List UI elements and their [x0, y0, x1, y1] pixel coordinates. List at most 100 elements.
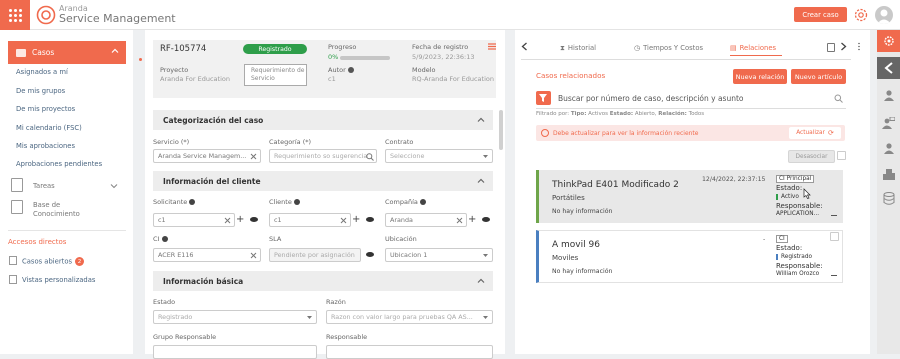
list-menu-icon[interactable] [488, 43, 496, 50]
sidebar-item-tareas[interactable]: Tareas [33, 182, 55, 190]
section-client-title: Información del cliente [163, 176, 261, 186]
card-estado-label: Estado: [776, 184, 803, 192]
info-icon[interactable] [419, 199, 426, 205]
card-more-icon[interactable] [831, 215, 837, 216]
group-select[interactable] [153, 345, 317, 359]
collapse-rail-icon[interactable] [877, 57, 900, 79]
clear-icon[interactable] [250, 252, 257, 259]
view-requester-eye-icon[interactable] [250, 217, 258, 222]
reason-select[interactable]: Razon con valor largo para pruebas QA AS… [326, 310, 493, 324]
chevron-down-icon[interactable] [110, 182, 118, 190]
cursor-icon [803, 188, 811, 199]
clear-icon[interactable] [250, 153, 257, 160]
shortcut-casos-abiertos[interactable]: Casos abiertos 2 [22, 257, 85, 266]
sidebar-item-asignados[interactable]: Asignados a mí [16, 68, 68, 76]
info-icon[interactable] [189, 199, 196, 205]
dropdown-caret-icon[interactable] [482, 314, 489, 321]
chevron-up-icon[interactable] [477, 116, 485, 124]
contract-select[interactable]: Seleccione [385, 149, 493, 163]
view-sla-eye-icon[interactable] [366, 252, 374, 257]
database-icon[interactable] [877, 187, 900, 209]
client-field[interactable]: c1 [269, 213, 351, 227]
sidebar-item-grupos[interactable]: De mis grupos [16, 87, 65, 95]
config-icon[interactable] [877, 30, 900, 52]
clear-icon[interactable] [340, 217, 347, 224]
ci-field[interactable]: ACER E116 [153, 248, 261, 262]
clear-icon[interactable] [224, 217, 231, 224]
unlink-button[interactable]: Desasociar [788, 150, 835, 163]
requester-field[interactable]: c1 [153, 213, 235, 227]
filter-icon[interactable] [536, 91, 551, 105]
shortcut-vistas-personalizadas[interactable]: Vistas personalizadas [22, 276, 95, 284]
sidebar-item-casos[interactable]: Casos [8, 41, 126, 64]
sidebar-item-proyectos[interactable]: De mis proyectos [16, 105, 75, 113]
info-icon[interactable] [293, 199, 300, 205]
select-all-checkbox[interactable] [837, 151, 846, 160]
card-more-icon[interactable] [831, 275, 837, 276]
tab-historial[interactable]: ⧗ Historial [560, 40, 596, 56]
user-icon[interactable] [877, 84, 900, 106]
case-type-box[interactable]: Requerimiento de Servicio [244, 64, 307, 86]
chevron-up-icon[interactable] [111, 47, 119, 55]
section-categorization[interactable]: Categorización del caso [153, 110, 493, 130]
filter-prefix: Filtrado por: [536, 111, 570, 117]
new-relation-button[interactable]: Nueva relación [733, 69, 787, 84]
related-ci-card[interactable]: A movil 96 Moviles No hay información - … [536, 230, 843, 283]
chevron-up-icon[interactable] [477, 177, 485, 185]
clear-icon[interactable] [456, 217, 463, 224]
info-icon[interactable] [161, 236, 168, 242]
more-menu-icon[interactable] [858, 42, 860, 51]
card-checkbox[interactable] [830, 232, 839, 241]
contact-icon[interactable] [877, 137, 900, 159]
sidebar-item-base-conocimiento[interactable]: Base de Conocimiento [33, 201, 80, 219]
model-label: Modelo [412, 66, 436, 74]
sidebar-item-aprobaciones[interactable]: Mis aprobaciones [16, 142, 75, 150]
search-icon[interactable] [366, 153, 374, 161]
user-chat-icon[interactable] [877, 112, 900, 134]
sidebar-item-calendario[interactable]: Mi calendario (FSC) [16, 124, 82, 132]
case-type-line-1: Requerimiento de [251, 67, 305, 74]
settings-gear-icon[interactable] [853, 7, 869, 23]
responsible-select[interactable] [326, 345, 493, 359]
search-input[interactable]: Buscar por número de caso, descripción y… [558, 94, 744, 103]
relations-icon: ▤ [730, 43, 737, 52]
card-subtitle: Portátiles [552, 194, 585, 202]
dropdown-caret-icon[interactable] [482, 252, 489, 259]
state-select[interactable]: Registrado [153, 310, 317, 324]
company-field[interactable]: Aranda [385, 213, 467, 227]
section-basic[interactable]: Información básica [153, 271, 493, 291]
search-icon[interactable] [834, 94, 843, 103]
chevron-up-icon[interactable] [477, 277, 485, 285]
new-article-button[interactable]: Nuevo artículo [791, 69, 846, 84]
sidebar-item-aprob-pendientes[interactable]: Aprobaciones pendientes [16, 160, 102, 168]
add-company-icon[interactable]: + [468, 214, 476, 226]
filter-estado-value: Abierto, [634, 111, 657, 117]
refresh-button[interactable]: Actualizar ⟳ [789, 127, 841, 139]
dropdown-caret-icon[interactable] [306, 314, 313, 321]
add-requester-icon[interactable]: + [236, 214, 244, 226]
create-case-button[interactable]: Crear caso [794, 7, 847, 22]
dropdown-caret-icon[interactable] [482, 153, 489, 160]
casos-abiertos-label: Casos abiertos [22, 257, 73, 266]
tabs-next-icon[interactable] [840, 42, 847, 51]
user-avatar[interactable] [875, 6, 893, 24]
location-select[interactable]: Ubicacion 1 [385, 248, 493, 262]
add-client-icon[interactable]: + [352, 214, 360, 226]
client-label-text: Cliente [269, 198, 292, 206]
form-scrollbar[interactable] [499, 110, 503, 150]
section-client[interactable]: Información del cliente [153, 171, 493, 191]
view-client-eye-icon[interactable] [366, 217, 374, 222]
filter-relacion-label: Relación: [658, 111, 687, 117]
collapse-dot-icon[interactable] [139, 58, 142, 61]
autor-info-icon[interactable] [347, 67, 354, 73]
view-company-eye-icon[interactable] [482, 217, 490, 222]
tabs-prev-icon[interactable] [521, 42, 528, 51]
tab-tiempos[interactable]: ◷ Tiempos Y Costos [634, 40, 703, 56]
service-field[interactable]: Aranda Service Managem... [153, 149, 261, 163]
building-icon[interactable] [877, 162, 900, 184]
category-field[interactable]: Requerimiento so sugerencia [269, 149, 377, 163]
tab-relaciones[interactable]: ▤ Relaciones [730, 40, 782, 56]
related-ci-card[interactable]: ThinkPad E401 Modificado 2 Portátiles No… [536, 170, 843, 223]
app-grid-icon[interactable] [0, 0, 30, 30]
document-icon[interactable] [827, 43, 835, 52]
